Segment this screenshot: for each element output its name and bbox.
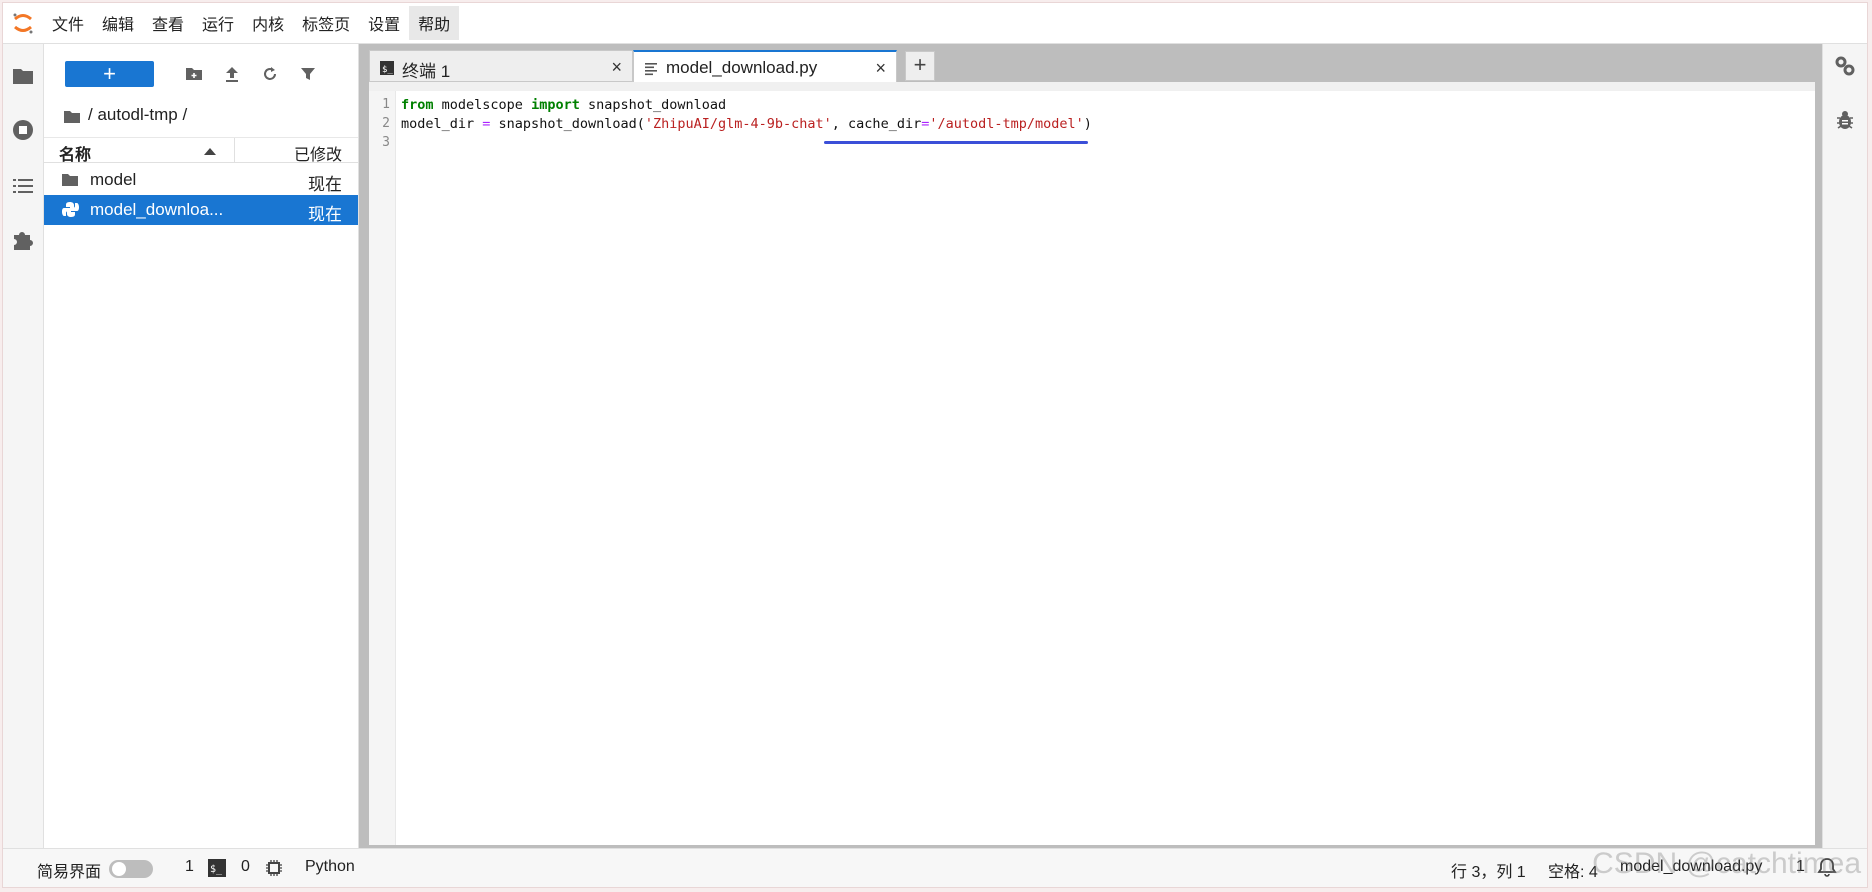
breadcrumb-path[interactable]: / autodl-tmp / [88, 105, 187, 125]
simple-mode-label: 简易界面 [37, 864, 102, 881]
argument-name: , cache_dir [831, 116, 922, 132]
file-modified: 现在 [308, 205, 342, 224]
menu-tabs[interactable]: 标签页 [293, 6, 359, 40]
menu-bar: 文件 编辑 查看 运行 内核 标签页 设置 帮助 [3, 3, 1867, 44]
text-file-icon [644, 61, 658, 76]
python-file-icon [62, 201, 80, 219]
code-editor[interactable]: 1 2 3 from modelscope import snapshot_do… [369, 91, 1815, 845]
simple-mode-toggle[interactable] [109, 860, 153, 878]
variable-name: model_dir [401, 116, 483, 132]
property-inspector-gears-icon[interactable] [1833, 54, 1857, 78]
refresh-icon[interactable] [258, 62, 282, 86]
file-browser-toolbar: + [44, 44, 358, 92]
main-dock-area: $_ 终端 1 × model_download.py × + 1 2 3 fr… [365, 44, 1823, 849]
close-tab-icon[interactable]: × [611, 57, 622, 78]
menu-view[interactable]: 查看 [143, 6, 193, 40]
filter-icon[interactable] [296, 62, 320, 86]
add-tab-button[interactable]: + [905, 51, 935, 81]
line-number-gutter: 1 2 3 [369, 91, 396, 845]
string-cache-dir: '/autodl-tmp/model' [929, 116, 1084, 132]
csdn-watermark: CSDN @catchtimea [1592, 847, 1861, 880]
line-number: 1 [382, 97, 390, 112]
menu-file[interactable]: 文件 [43, 6, 93, 40]
tab-label: model_download.py [666, 58, 818, 77]
terminal-icon: $_ [380, 60, 394, 75]
tab-terminal-1[interactable]: $_ 终端 1 × [369, 50, 633, 82]
upload-icon[interactable] [220, 62, 244, 86]
kernels-count[interactable]: 0 [241, 858, 250, 876]
tab-model-download-py[interactable]: model_download.py × [633, 50, 897, 85]
menu-edit[interactable]: 编辑 [93, 6, 143, 40]
file-name: model_downloa... [90, 200, 224, 219]
file-row-model[interactable]: model 现在 [44, 165, 358, 195]
new-launcher-button[interactable]: + [65, 61, 154, 87]
debugger-bug-icon[interactable] [1833, 108, 1857, 132]
menu-run[interactable]: 运行 [193, 6, 243, 40]
tab-label: 终端 1 [402, 62, 451, 81]
new-folder-icon[interactable] [182, 62, 206, 86]
status-bar: 简易界面 1 $_ 0 Python 行 3，列 1 空格: 4 model_d… [3, 848, 1867, 887]
right-sidebar [1822, 44, 1867, 849]
menu-help[interactable]: 帮助 [409, 6, 460, 40]
jupyterlab-window: 文件 编辑 查看 运行 内核 标签页 设置 帮助 + / autodl-tmp … [2, 2, 1868, 888]
terminals-count[interactable]: 1 [185, 858, 194, 876]
svg-text:$_: $_ [210, 864, 223, 875]
file-list-header: 名称 已修改 [44, 137, 358, 165]
cpu-chip-icon[interactable] [265, 859, 283, 882]
import-name: snapshot_download [579, 97, 727, 113]
column-modified[interactable]: 已修改 [294, 141, 342, 165]
running-kernels-icon[interactable] [11, 118, 35, 142]
home-folder-icon[interactable] [64, 108, 82, 123]
module-name: modelscope [433, 97, 532, 113]
table-of-contents-icon[interactable] [11, 174, 35, 198]
menu-kernel[interactable]: 内核 [243, 6, 293, 40]
file-modified: 现在 [308, 175, 342, 194]
keyword-import: import [531, 97, 580, 113]
menu-settings[interactable]: 设置 [359, 6, 409, 40]
file-row-model-download[interactable]: model_downloa... 现在 [44, 195, 358, 225]
closing-paren: ) [1083, 116, 1092, 132]
svg-text:$_: $_ [382, 65, 393, 75]
line-number: 2 [382, 116, 390, 131]
extensions-puzzle-icon[interactable] [11, 228, 35, 252]
indent-setting[interactable]: 空格: 4 [1548, 858, 1598, 882]
folder-icon[interactable] [11, 64, 35, 88]
close-tab-icon[interactable]: × [875, 58, 886, 79]
line-number: 3 [382, 135, 390, 150]
column-name[interactable]: 名称 [59, 141, 91, 165]
jupyter-logo-icon [3, 3, 43, 43]
sort-ascending-icon[interactable] [204, 143, 216, 161]
left-sidebar [3, 44, 44, 849]
function-call: snapshot_download( [490, 116, 645, 132]
column-divider [234, 138, 235, 162]
code-line-2[interactable]: model_dir = snapshot_download('ZhipuAI/g… [401, 116, 1092, 132]
folder-icon [62, 171, 80, 189]
breadcrumb[interactable]: / autodl-tmp / [64, 102, 187, 128]
kernel-name[interactable]: Python [305, 858, 355, 876]
file-name: model [90, 170, 137, 189]
string-model-id: 'ZhipuAI/glm-4-9b-chat' [644, 116, 832, 132]
editor-toolbar [369, 82, 1815, 91]
file-browser: + / autodl-tmp / 名称 已修改 model 现在 model_d… [44, 44, 359, 849]
cursor-position[interactable]: 行 3，列 1 [1451, 858, 1526, 882]
code-line-1[interactable]: from modelscope import snapshot_download [401, 97, 726, 113]
keyword-from: from [401, 97, 434, 113]
terminal-status-icon[interactable]: $_ [208, 859, 226, 882]
annotation-underline [824, 141, 1088, 144]
